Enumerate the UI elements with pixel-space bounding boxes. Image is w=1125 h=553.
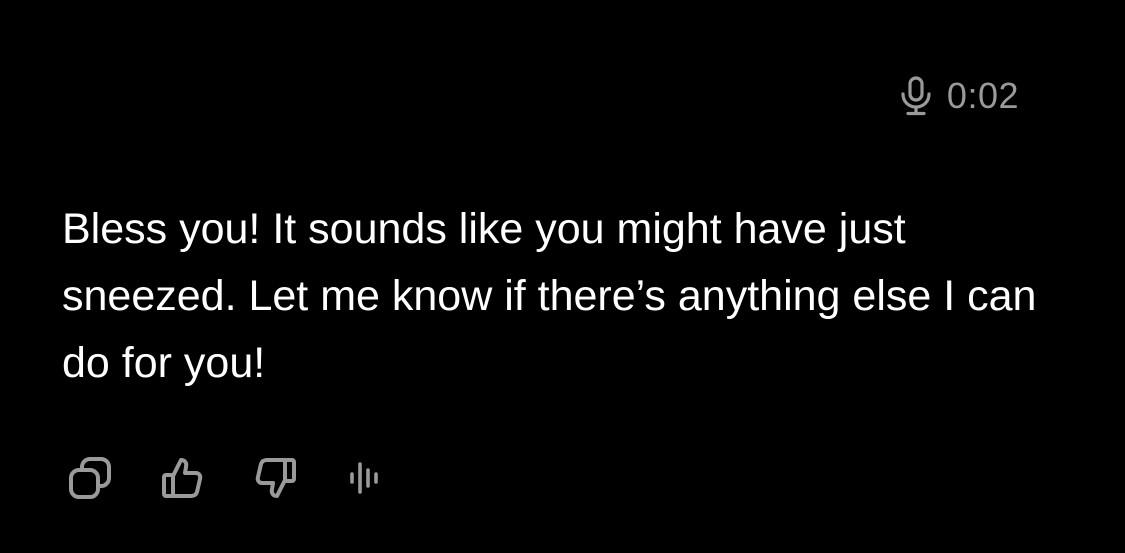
voice-message-meta: 0:02 [899, 76, 1019, 116]
read-aloud-button[interactable] [338, 450, 394, 506]
thumbs-up-icon [158, 454, 206, 502]
thumbs-down-icon [252, 454, 300, 502]
thumbs-down-button[interactable] [248, 450, 304, 506]
copy-button[interactable] [62, 450, 118, 506]
voice-duration: 0:02 [946, 75, 1019, 116]
copy-icon [66, 454, 114, 502]
thumbs-up-button[interactable] [154, 450, 210, 506]
audio-waveform-icon [342, 454, 390, 502]
assistant-message-text: Bless you! It sounds like you might have… [62, 205, 1037, 387]
microphone-icon [899, 76, 933, 116]
